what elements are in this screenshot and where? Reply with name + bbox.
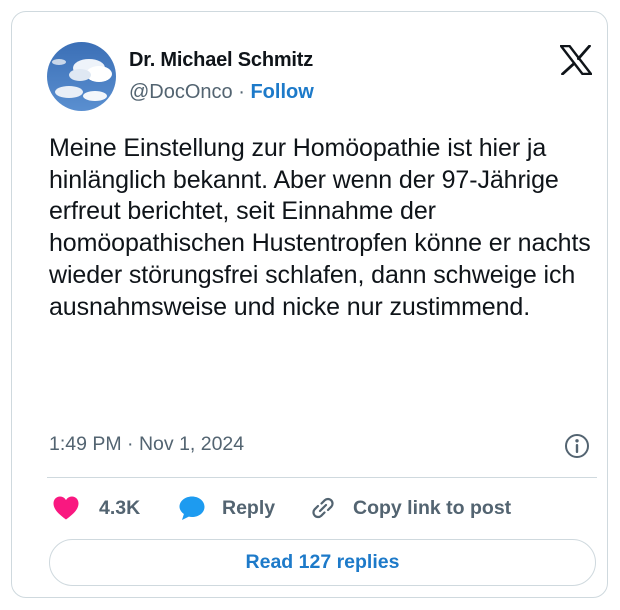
tweet-time: 1:49 PM bbox=[49, 433, 122, 455]
copy-link-label: Copy link to post bbox=[353, 496, 512, 519]
link-icon bbox=[312, 497, 334, 519]
reply-label: Reply bbox=[222, 496, 276, 519]
read-replies-button[interactable]: Read 127 replies bbox=[49, 539, 596, 586]
like-button[interactable]: 4.3K bbox=[52, 492, 140, 524]
tweet-timestamp[interactable]: 1:49 PM · Nov 1, 2024 bbox=[49, 433, 244, 456]
timestamp-separator: · bbox=[127, 433, 134, 455]
tweet-card: Dr. Michael Schmitz @DocOnco · Follow Me… bbox=[11, 11, 608, 598]
avatar[interactable] bbox=[47, 42, 116, 111]
reply-button[interactable]: Reply bbox=[178, 492, 275, 524]
author-name[interactable]: Dr. Michael Schmitz bbox=[129, 49, 313, 72]
handle-separator: · bbox=[238, 81, 245, 103]
info-icon[interactable] bbox=[563, 432, 591, 460]
follow-button[interactable]: Follow bbox=[250, 81, 313, 103]
like-count: 4.3K bbox=[99, 496, 141, 519]
x-logo-icon[interactable] bbox=[560, 45, 592, 75]
tweet-text: Meine Einstellung zur Homöopathie ist hi… bbox=[49, 134, 591, 321]
copy-link-button[interactable]: Copy link to post bbox=[310, 492, 511, 524]
speech-bubble-icon bbox=[179, 496, 205, 520]
tweet-date: Nov 1, 2024 bbox=[138, 433, 245, 455]
author-handle[interactable]: @DocOnco bbox=[129, 81, 233, 103]
author-meta: @DocOnco · Follow bbox=[129, 81, 314, 104]
heart-icon bbox=[53, 496, 79, 520]
divider bbox=[47, 477, 597, 478]
